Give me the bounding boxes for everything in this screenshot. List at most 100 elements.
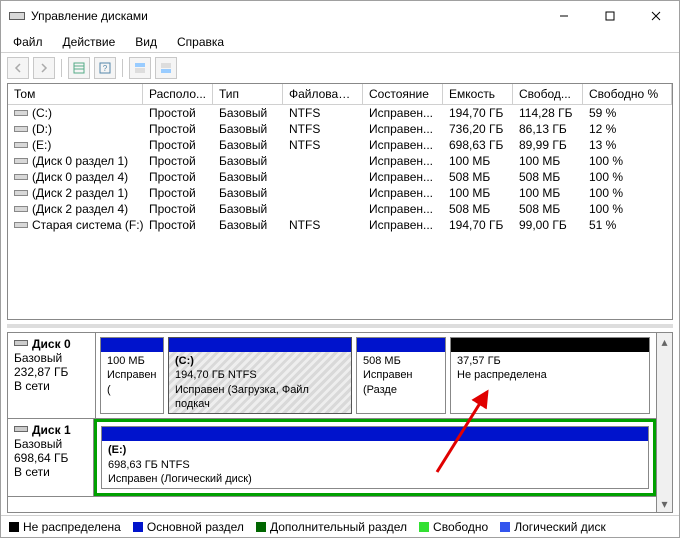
table-cell — [283, 201, 363, 217]
legend-label: Не распределена — [23, 520, 121, 534]
table-cell: 508 МБ — [443, 169, 513, 185]
window-controls — [541, 1, 679, 31]
legend-label: Дополнительный раздел — [270, 520, 407, 534]
volume-icon — [14, 220, 28, 230]
table-cell: Базовый — [213, 153, 283, 169]
titlebar: Управление дисками — [1, 1, 679, 31]
table-cell: 100 % — [583, 185, 672, 201]
table-cell — [283, 153, 363, 169]
partition[interactable]: (E:)698,63 ГБ NTFSИсправен (Логический д… — [101, 426, 649, 489]
legend-label: Логический диск — [514, 520, 606, 534]
menu-item[interactable]: Вид — [127, 33, 165, 51]
table-cell: Исправен... — [363, 137, 443, 153]
graphical-view-pane: Диск 0Базовый232,87 ГБВ сети100 МБИсправ… — [7, 332, 673, 513]
table-cell: 100 МБ — [513, 185, 583, 201]
svg-text:?: ? — [103, 64, 108, 73]
table-row[interactable]: (Диск 0 раздел 4)ПростойБазовыйИсправен.… — [8, 169, 672, 185]
column-header[interactable]: Располо... — [143, 84, 213, 104]
column-header[interactable]: Свобод... — [513, 84, 583, 104]
table-cell: Базовый — [213, 217, 283, 233]
table-cell: Базовый — [213, 105, 283, 121]
table-cell: Исправен... — [363, 105, 443, 121]
partition-body: (E:)698,63 ГБ NTFSИсправен (Логический д… — [102, 441, 648, 488]
view-top-button[interactable] — [129, 57, 151, 79]
table-cell: Простой — [143, 121, 213, 137]
partition[interactable]: 100 МБИсправен ( — [100, 337, 164, 414]
table-cell: 508 МБ — [513, 169, 583, 185]
menubar: ФайлДействиеВидСправка — [1, 31, 679, 52]
column-header[interactable]: Файловая с... — [283, 84, 363, 104]
scroll-track[interactable] — [657, 350, 672, 495]
forward-button[interactable] — [33, 57, 55, 79]
table-cell: 13 % — [583, 137, 672, 153]
scroll-up-button[interactable]: ▴ — [657, 333, 672, 350]
partition-cap — [451, 338, 649, 352]
disk-label[interactable]: Диск 0Базовый232,87 ГБВ сети — [8, 333, 96, 418]
partition[interactable]: 37,57 ГБНе распределена — [450, 337, 650, 414]
minimize-button[interactable] — [541, 1, 587, 31]
menu-item[interactable]: Файл — [5, 33, 51, 51]
table-row[interactable]: Старая система (F:)ПростойБазовыйNTFSИсп… — [8, 217, 672, 233]
vertical-scrollbar[interactable]: ▴ ▾ — [656, 332, 673, 513]
help-button[interactable]: ? — [94, 57, 116, 79]
legend-item: Свободно — [419, 520, 488, 534]
table-row[interactable]: (C:)ПростойБазовыйNTFSИсправен...194,70 … — [8, 105, 672, 121]
disk-row: Диск 0Базовый232,87 ГБВ сети100 МБИсправ… — [8, 333, 656, 419]
table-cell: 89,99 ГБ — [513, 137, 583, 153]
partition[interactable]: (C:)194,70 ГБ NTFSИсправен (Загрузка, Фа… — [168, 337, 352, 414]
column-header[interactable]: Емкость — [443, 84, 513, 104]
table-cell: Исправен... — [363, 169, 443, 185]
legend-label: Свободно — [433, 520, 488, 534]
menu-item[interactable]: Действие — [55, 33, 124, 51]
table-cell: NTFS — [283, 217, 363, 233]
disk-label[interactable]: Диск 1Базовый698,64 ГБВ сети — [8, 419, 94, 496]
partition-body: 100 МБИсправен ( — [101, 352, 163, 413]
volume-table: ТомРасполо...ТипФайловая с...СостояниеЕм… — [8, 84, 672, 319]
table-row[interactable]: (E:)ПростойБазовыйNTFSИсправен...698,63 … — [8, 137, 672, 153]
view-bottom-button[interactable] — [155, 57, 177, 79]
splitter[interactable] — [7, 324, 673, 328]
table-row[interactable]: (D:)ПростойБазовыйNTFSИсправен...736,20 … — [8, 121, 672, 137]
disk-icon — [14, 337, 28, 351]
table-cell: (C:) — [8, 105, 143, 121]
table-cell: 100 % — [583, 153, 672, 169]
scroll-down-button[interactable]: ▾ — [657, 495, 672, 512]
legend-swatch — [256, 522, 266, 532]
partition-body: 37,57 ГБНе распределена — [451, 352, 649, 413]
column-header[interactable]: Том — [8, 84, 143, 104]
table-row[interactable]: (Диск 2 раздел 4)ПростойБазовыйИсправен.… — [8, 201, 672, 217]
table-cell: Простой — [143, 105, 213, 121]
table-cell: Простой — [143, 153, 213, 169]
table-cell: Исправен... — [363, 121, 443, 137]
table-cell — [283, 185, 363, 201]
back-button[interactable] — [7, 57, 29, 79]
close-button[interactable] — [633, 1, 679, 31]
table-body: (C:)ПростойБазовыйNTFSИсправен...194,70 … — [8, 105, 672, 319]
legend-item: Дополнительный раздел — [256, 520, 407, 534]
legend-swatch — [9, 522, 19, 532]
partition-cap — [169, 338, 351, 352]
disks-area: Диск 0Базовый232,87 ГБВ сети100 МБИсправ… — [7, 332, 656, 513]
maximize-button[interactable] — [587, 1, 633, 31]
table-cell: Базовый — [213, 137, 283, 153]
column-header[interactable]: Тип — [213, 84, 283, 104]
table-row[interactable]: (Диск 0 раздел 1)ПростойБазовыйИсправен.… — [8, 153, 672, 169]
table-cell: 86,13 ГБ — [513, 121, 583, 137]
table-cell: Исправен... — [363, 185, 443, 201]
partition-body: 508 МБИсправен (Разде — [357, 352, 445, 413]
disk-row: Диск 1Базовый698,64 ГБВ сети(E:)698,63 Г… — [8, 419, 656, 497]
table-cell: Базовый — [213, 169, 283, 185]
view-list-button[interactable] — [68, 57, 90, 79]
partition-cap — [101, 338, 163, 352]
table-row[interactable]: (Диск 2 раздел 1)ПростойБазовыйИсправен.… — [8, 185, 672, 201]
disk-mgmt-icon — [9, 10, 25, 22]
table-cell: (Диск 2 раздел 4) — [8, 201, 143, 217]
table-cell: Базовый — [213, 185, 283, 201]
table-cell: Простой — [143, 201, 213, 217]
partition[interactable]: 508 МБИсправен (Разде — [356, 337, 446, 414]
column-header[interactable]: Состояние — [363, 84, 443, 104]
menu-item[interactable]: Справка — [169, 33, 232, 51]
volume-icon — [14, 108, 28, 118]
table-cell: 99,00 ГБ — [513, 217, 583, 233]
column-header[interactable]: Свободно % — [583, 84, 672, 104]
